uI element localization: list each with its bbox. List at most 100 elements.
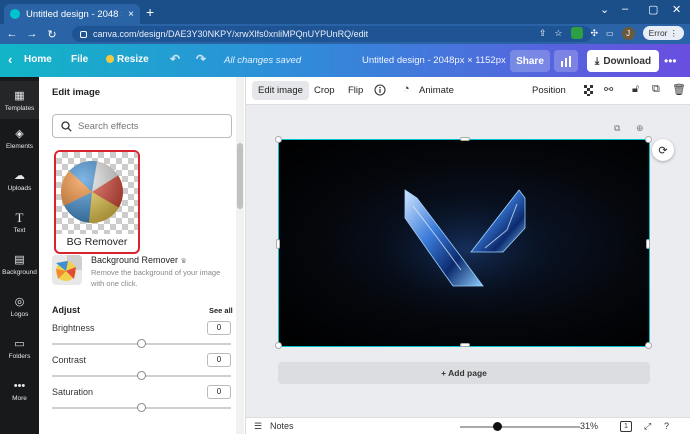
forward-arrow-icon[interactable]: → (24, 28, 40, 40)
animate-button[interactable]: Animate (419, 85, 454, 96)
undo-icon[interactable]: ↶ (170, 52, 180, 66)
more-icon: ••• (13, 380, 26, 392)
window-dropdown-icon[interactable]: ⌄ (600, 3, 609, 16)
sidebar-item-uploads[interactable]: ☁ Uploads (0, 169, 39, 192)
lock-element-icon[interactable]: 🔓︎ (632, 83, 639, 96)
resize-handle-top[interactable] (460, 137, 470, 141)
insights-chart-icon[interactable] (554, 50, 578, 72)
add-page-button[interactable]: + Add page (278, 362, 650, 384)
delete-trash-icon[interactable]: 🗑︎ (672, 83, 686, 96)
extension-shield-icon[interactable] (570, 27, 583, 39)
sidebar-item-label: Uploads (7, 185, 32, 192)
reading-list-icon[interactable]: ▭ (606, 29, 614, 38)
sidebar-item-label: More (12, 395, 27, 402)
info-icon[interactable] (374, 84, 386, 99)
resize-handle-bottom[interactable] (460, 343, 470, 347)
notes-button[interactable]: Notes (270, 421, 294, 431)
saturation-value[interactable]: 0 (207, 385, 231, 399)
fullscreen-icon[interactable]: ⤢ (644, 421, 651, 432)
sidebar-item-folders[interactable]: ▭ Folders (0, 337, 39, 360)
tab-close-icon[interactable]: × (128, 9, 134, 20)
resize-handle-left[interactable] (276, 239, 280, 249)
url-text: canva.com/design/DAE3Y30NKPY/xrwXlfs0xnl… (93, 29, 369, 39)
search-input[interactable] (78, 120, 218, 132)
beach-ball-image (61, 161, 123, 223)
file-menu-button[interactable]: File (71, 54, 88, 65)
brightness-slider-knob[interactable] (137, 339, 146, 348)
redo-icon[interactable]: ↷ (196, 52, 206, 66)
panel-scrollbar-thumb[interactable] (237, 143, 243, 209)
resize-handle-top-right[interactable] (645, 136, 652, 143)
sidebar-item-more[interactable]: ••• More (0, 379, 39, 402)
brightness-slider[interactable] (52, 339, 231, 348)
profile-avatar[interactable]: J (621, 26, 635, 40)
sidebar-item-templates[interactable]: ▦ Templates (0, 81, 39, 119)
position-button[interactable]: Position (532, 85, 566, 96)
flip-button[interactable]: Flip (348, 85, 363, 96)
brightness-value[interactable]: 0 (207, 321, 231, 335)
contrast-value[interactable]: 0 (207, 353, 231, 367)
zoom-percentage[interactable]: 31% (580, 421, 598, 431)
canva-favicon-icon (10, 9, 20, 19)
contrast-slider-knob[interactable] (137, 371, 146, 380)
zoom-slider-knob[interactable] (492, 422, 502, 431)
bg-remover-card[interactable]: BG Remover (54, 150, 140, 254)
share-page-icon[interactable]: ⇪ (539, 28, 547, 39)
see-all-link[interactable]: See all (209, 306, 233, 315)
left-sidebar-rail: ▦ Templates ◈ Elements ☁ Uploads T Text … (0, 77, 39, 434)
resize-handle-bottom-right[interactable] (645, 342, 652, 349)
document-title[interactable]: Untitled design - 2048px × 1152px (362, 55, 506, 66)
url-field[interactable]: canva.com/design/DAE3Y30NKPY/xrwXlfs0xnl… (72, 26, 592, 42)
share-button[interactable]: Share (510, 50, 550, 72)
sidebar-item-background[interactable]: ▤ Background (0, 253, 39, 276)
resize-label: Resize (117, 54, 149, 65)
rotate-icon[interactable]: ⟳ (652, 139, 674, 161)
home-button[interactable]: Home (24, 54, 52, 65)
maximize-icon[interactable]: ▢ (648, 3, 658, 16)
sidebar-item-elements[interactable]: ◈ Elements (0, 127, 39, 150)
back-chevron-icon[interactable]: ‹ (8, 52, 12, 67)
sidebar-item-label: Logos (10, 311, 29, 318)
bookmark-star-icon[interactable]: ☆ (554, 28, 562, 39)
browser-tab[interactable]: Untitled design - 2048 × 1152px × (4, 4, 140, 24)
contrast-slider[interactable] (52, 371, 231, 380)
zoom-slider[interactable] (460, 422, 580, 431)
reload-icon[interactable]: ↻ (44, 28, 60, 41)
help-icon[interactable]: ? (664, 421, 669, 431)
notes-icon[interactable]: ☰ (254, 421, 262, 432)
valorant-logo-image (355, 180, 575, 320)
resize-button[interactable]: Resize (106, 54, 149, 65)
new-tab-button[interactable]: + (146, 4, 154, 20)
add-page-icon[interactable]: ⊕ (636, 123, 644, 134)
sidebar-item-logos[interactable]: ◎ Logos (0, 295, 39, 318)
sidebar-item-label: Background (2, 269, 37, 276)
more-options-icon[interactable]: ••• (664, 54, 677, 68)
minimize-icon[interactable]: – (622, 3, 628, 15)
saturation-slider[interactable] (52, 403, 231, 412)
search-effects-box[interactable] (52, 114, 232, 138)
resize-handle-top-left[interactable] (275, 136, 282, 143)
footer-collapse-tab[interactable] (206, 411, 236, 417)
transparency-icon[interactable] (584, 85, 595, 99)
premium-crown-icon: ♛ (180, 258, 187, 265)
resize-handle-bottom-left[interactable] (275, 342, 282, 349)
saturation-slider-knob[interactable] (137, 403, 146, 412)
extensions-puzzle-icon[interactable]: ✣ (591, 28, 599, 39)
duplicate-icon[interactable]: ⧉ (652, 83, 660, 96)
back-arrow-icon[interactable]: ← (4, 28, 20, 40)
resize-handle-right[interactable] (646, 239, 650, 249)
page-number[interactable]: 1 (620, 421, 632, 432)
window-close-icon[interactable]: ✕ (672, 3, 681, 16)
edit-image-button[interactable]: Edit image (252, 81, 309, 100)
sidebar-item-text[interactable]: T Text (0, 211, 39, 235)
panel-scrollbar[interactable] (236, 77, 244, 434)
design-canvas-image[interactable] (275, 136, 652, 349)
crop-button[interactable]: Crop (314, 85, 335, 96)
duplicate-page-icon[interactable]: ⧉ (614, 123, 620, 134)
link-icon[interactable]: ⚯ (604, 83, 613, 96)
background-remover-description: Remove the background of your image with… (91, 268, 221, 288)
background-remover-thumbnail[interactable] (52, 255, 82, 285)
error-button[interactable]: Error ⋮ (642, 26, 684, 40)
download-button[interactable]: ⤓ Download (587, 50, 659, 72)
lock-icon (80, 30, 87, 38)
